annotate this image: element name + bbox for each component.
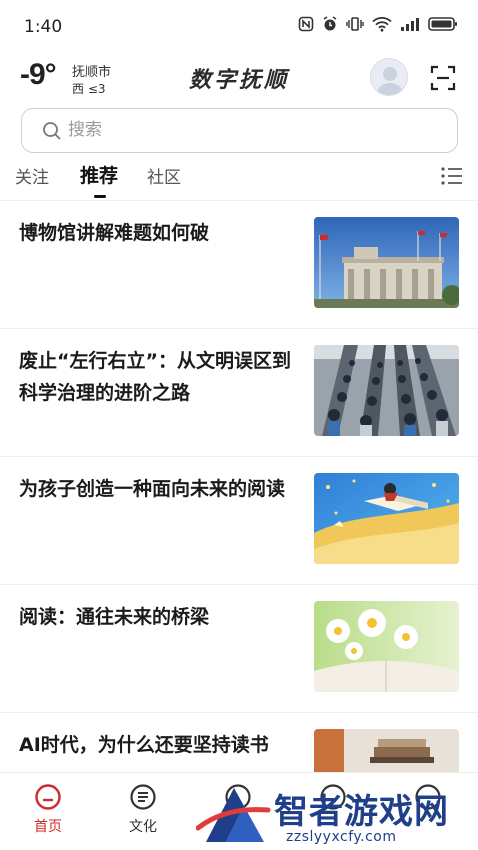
watermark: 智者游戏网 zzslyyxcfy.com bbox=[196, 782, 478, 850]
article-title[interactable]: AI时代，为什么还要坚持读书 bbox=[19, 729, 297, 761]
tab-follow[interactable]: 关注 bbox=[15, 163, 49, 188]
signal-icon bbox=[401, 18, 419, 31]
status-bar: 1:40 bbox=[0, 0, 478, 54]
app-header: -9° 抚顺市 西 ≤3 数字抚顺 bbox=[0, 54, 478, 104]
home-icon bbox=[35, 784, 61, 810]
search-bar[interactable] bbox=[21, 108, 458, 153]
news-feed: 博物馆讲解难题如何破 废止“左行右立”：从文明误区到科学治理的进阶之路 为孩子创… bbox=[0, 200, 478, 772]
article-title[interactable]: 废止“左行右立”：从文明误区到科学治理的进阶之路 bbox=[19, 345, 297, 409]
avatar[interactable] bbox=[370, 58, 408, 96]
nav-label: 首页 bbox=[34, 819, 62, 835]
tab-recommend[interactable]: 推荐 bbox=[80, 161, 118, 188]
list-item[interactable]: 为孩子创造一种面向未来的阅读 bbox=[0, 457, 478, 585]
search-icon bbox=[43, 122, 61, 140]
document-icon bbox=[130, 784, 156, 810]
alarm-icon bbox=[323, 16, 337, 31]
watermark-text: 智者游戏网 bbox=[274, 792, 449, 832]
search-input[interactable] bbox=[68, 109, 438, 151]
list-item[interactable]: AI时代，为什么还要坚持读书 bbox=[0, 713, 478, 772]
tab-community[interactable]: 社区 bbox=[147, 163, 181, 188]
article-thumbnail[interactable] bbox=[314, 345, 459, 436]
wifi-icon bbox=[372, 17, 392, 32]
article-thumbnail[interactable] bbox=[314, 473, 459, 564]
article-title[interactable]: 为孩子创造一种面向未来的阅读 bbox=[19, 473, 297, 505]
watermark-url: zzslyyxcfy.com bbox=[286, 829, 397, 845]
channel-tabs: 关注 推荐 社区 bbox=[0, 156, 478, 200]
nav-label: 文化 bbox=[129, 819, 157, 835]
nav-culture[interactable]: 文化 bbox=[103, 783, 183, 836]
channel-menu-icon[interactable] bbox=[440, 165, 464, 187]
article-title[interactable]: 博物馆讲解难题如何破 bbox=[19, 217, 297, 249]
scan-icon bbox=[430, 65, 456, 91]
article-thumbnail[interactable] bbox=[314, 601, 459, 692]
status-icons bbox=[298, 16, 458, 32]
vibrate-icon bbox=[346, 17, 364, 31]
watermark-logo-icon bbox=[196, 788, 271, 842]
list-item[interactable]: 博物馆讲解难题如何破 bbox=[0, 201, 478, 329]
list-item[interactable]: 废止“左行右立”：从文明误区到科学治理的进阶之路 bbox=[0, 329, 478, 457]
nfc-icon bbox=[298, 16, 314, 32]
nav-home[interactable]: 首页 bbox=[8, 783, 88, 836]
article-title[interactable]: 阅读：通往未来的桥梁 bbox=[19, 601, 297, 633]
scan-button[interactable] bbox=[430, 65, 456, 91]
battery-icon bbox=[428, 17, 457, 31]
list-item[interactable]: 阅读：通往未来的桥梁 bbox=[0, 585, 478, 713]
status-time: 1:40 bbox=[24, 17, 63, 37]
article-thumbnail[interactable] bbox=[314, 729, 459, 772]
active-tab-indicator bbox=[94, 195, 106, 198]
article-thumbnail[interactable] bbox=[314, 217, 459, 308]
